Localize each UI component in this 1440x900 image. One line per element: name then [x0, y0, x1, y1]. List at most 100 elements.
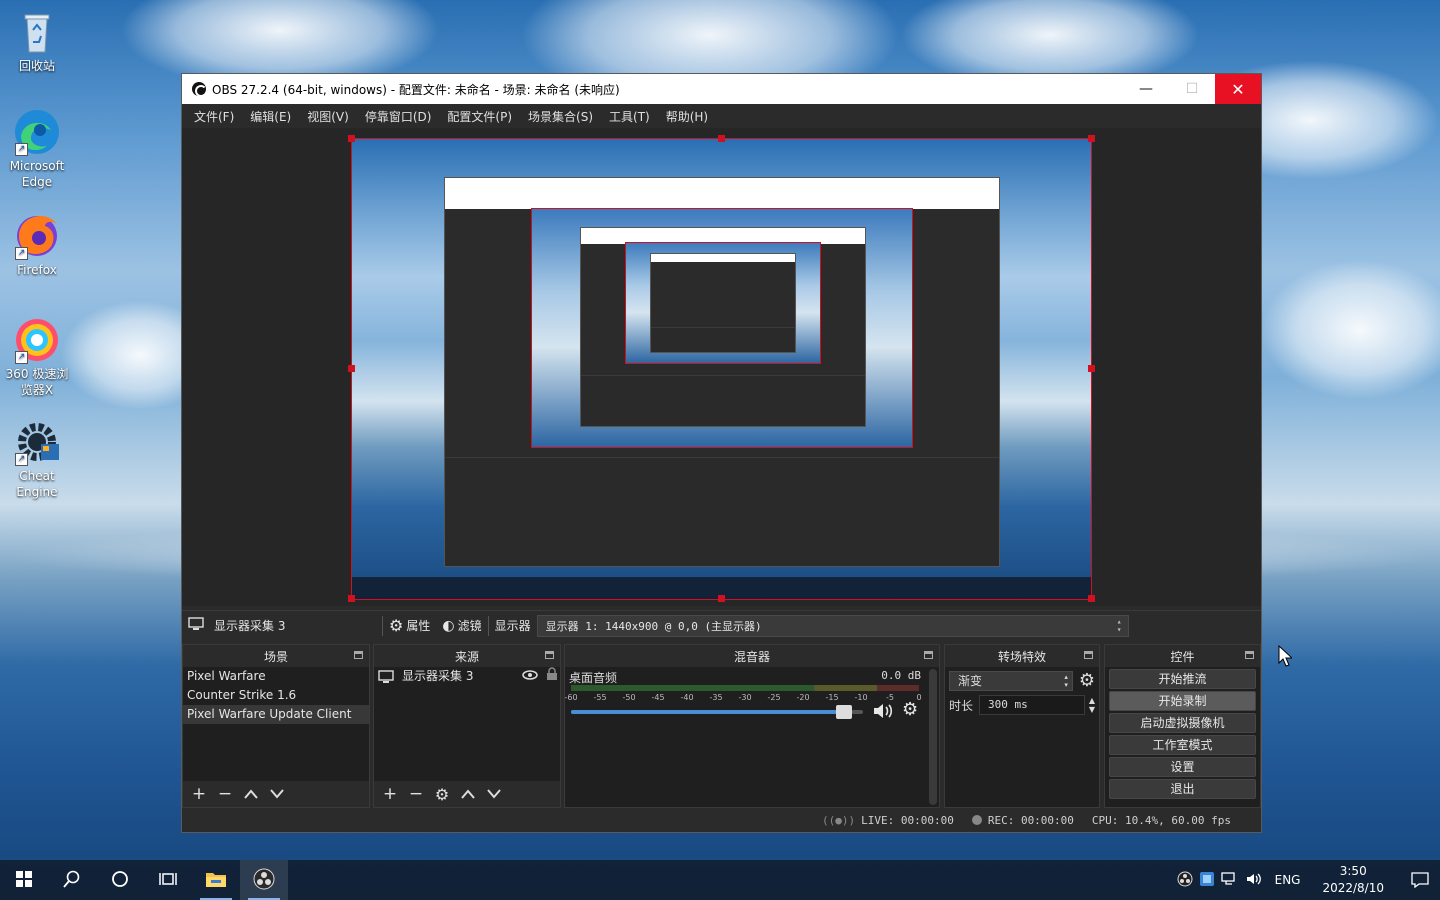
desktop-icon-label: Cheat Engine: [16, 469, 58, 499]
settings-button[interactable]: 设置: [1109, 757, 1256, 777]
meter-tick-label: -55: [593, 693, 607, 702]
scene-item-selected[interactable]: Pixel Warfare Update Client: [183, 705, 369, 724]
desktop-icon-edge[interactable]: ↗ Microsoft Edge: [4, 108, 70, 190]
start-virtual-camera-button[interactable]: 启动虚拟摄像机: [1109, 713, 1256, 733]
meter-tick-label: -60: [564, 693, 578, 702]
scene-item[interactable]: Counter Strike 1.6: [183, 686, 369, 705]
desktop-icon-label: 回收站: [18, 59, 55, 73]
recycle-bin-icon: [13, 8, 61, 56]
cortana-button[interactable]: [96, 860, 144, 900]
add-source-icon[interactable]: +: [378, 783, 402, 805]
title-bar[interactable]: OBS 27.2.4 (64-bit, windows) - 配置文件: 未命名…: [182, 74, 1261, 104]
obs-logo-icon: [192, 82, 207, 97]
duration-value: 300 ms: [988, 698, 1028, 711]
duration-spinbox[interactable]: 300 ms: [979, 695, 1085, 715]
obs-window[interactable]: OBS 27.2.4 (64-bit, windows) - 配置文件: 未命名…: [181, 73, 1262, 833]
meter-tick-label: -40: [680, 693, 694, 702]
filter-icon: ◐: [442, 617, 455, 634]
window-title: OBS 27.2.4 (64-bit, windows) - 配置文件: 未命名…: [212, 82, 620, 97]
meter-tick-label: -15: [825, 693, 839, 702]
clock[interactable]: 3:50 2022/8/10: [1312, 863, 1394, 897]
windows-logo-icon: [16, 870, 32, 890]
obs-tray-icon[interactable]: [1177, 871, 1193, 890]
add-scene-icon[interactable]: +: [187, 783, 211, 805]
menu-bar: 文件(F) 编辑(E) 视图(V) 停靠窗口(D) 配置文件(P) 场景集合(S…: [182, 104, 1261, 128]
menu-tools[interactable]: 工具(T): [601, 108, 658, 125]
float-dock-icon[interactable]: [1245, 651, 1254, 659]
task-view-button[interactable]: [144, 860, 192, 900]
selected-source: 显示器采集 3: [182, 611, 382, 641]
menu-docks[interactable]: 停靠窗口(D): [357, 108, 440, 125]
desktop-icon-label: Microsoft Edge: [9, 159, 65, 189]
mixer-scrollbar[interactable]: [929, 669, 937, 805]
menu-view[interactable]: 视图(V): [299, 108, 357, 125]
desktop-icon-recycle-bin[interactable]: 回收站: [4, 8, 70, 74]
obs-taskbar-button[interactable]: [240, 860, 288, 900]
selected-source-label: 显示器采集 3: [214, 619, 286, 633]
network-app-tray-icon[interactable]: [1199, 871, 1215, 890]
sources-title: 来源: [454, 649, 479, 664]
clock-date: 2022/8/10: [1322, 881, 1384, 895]
scene-item[interactable]: Pixel Warfare: [183, 667, 369, 686]
maximize-button[interactable]: ☐: [1169, 74, 1215, 104]
notification-icon[interactable]: [1400, 872, 1440, 888]
lock-icon[interactable]: [546, 667, 558, 686]
float-dock-icon[interactable]: [924, 651, 933, 659]
scenes-title: 场景: [263, 649, 288, 664]
remove-source-icon[interactable]: −: [404, 783, 428, 805]
minimize-button[interactable]: —: [1123, 74, 1169, 104]
file-explorer-button[interactable]: [192, 860, 240, 900]
transition-gear-icon[interactable]: ⚙: [1079, 670, 1095, 691]
studio-mode-button[interactable]: 工作室模式: [1109, 735, 1256, 755]
remove-scene-icon[interactable]: −: [213, 783, 237, 805]
move-up-icon[interactable]: [456, 783, 480, 805]
filters-button[interactable]: ◐ 滤镜: [436, 611, 487, 641]
float-dock-icon[interactable]: [1084, 651, 1093, 659]
spin-arrows-icon[interactable]: ▲ ▼: [1089, 696, 1095, 714]
float-dock-icon[interactable]: [354, 651, 363, 659]
search-button[interactable]: [48, 860, 96, 900]
source-properties-gear-icon[interactable]: ⚙: [430, 783, 454, 805]
properties-button[interactable]: ⚙ 属性: [383, 611, 436, 641]
updown-icon: ▴ ▾: [1116, 616, 1122, 634]
move-down-icon[interactable]: [482, 783, 506, 805]
speaker-icon[interactable]: [871, 701, 895, 724]
live-status: LIVE: 00:00:00: [861, 813, 954, 827]
volume-icon[interactable]: [1245, 871, 1263, 890]
menu-profile[interactable]: 配置文件(P): [439, 108, 520, 125]
desktop-icon-360-browser[interactable]: ↗ 360 极速浏览器X: [4, 316, 70, 398]
mixer-dock: 混音器 桌面音频 0.0 dB -60 -55 -50 -45 -40 -35 -30 -25…: [564, 644, 940, 808]
close-button[interactable]: ✕: [1215, 74, 1261, 104]
desktop-icon-firefox[interactable]: ↗ Firefox: [4, 212, 70, 278]
display-select-value: 显示器 1: 1440x900 @ 0,0 (主显示器): [545, 619, 762, 633]
menu-file[interactable]: 文件(F): [186, 108, 242, 125]
menu-edit[interactable]: 编辑(E): [242, 108, 299, 125]
preview-area[interactable]: [182, 128, 1261, 606]
input-language[interactable]: ENG: [1269, 873, 1307, 887]
status-bar: ((●)) LIVE: 00:00:00 REC: 00:00:00 CPU: …: [182, 808, 1261, 832]
cpu-status: CPU: 10.4%, 60.00 fps: [1091, 813, 1231, 827]
volume-slider[interactable]: [571, 705, 863, 719]
rec-status: REC: 00:00:00: [987, 813, 1074, 827]
exit-button[interactable]: 退出: [1109, 779, 1256, 799]
start-button[interactable]: [0, 860, 48, 900]
duration-label: 时长: [949, 698, 974, 713]
task-view-icon: [159, 871, 177, 890]
network-icon[interactable]: [1220, 871, 1239, 890]
mixer-gear-icon[interactable]: ⚙: [902, 699, 918, 720]
start-streaming-button[interactable]: 开始推流: [1109, 669, 1256, 689]
eye-icon[interactable]: [522, 667, 538, 686]
display-select[interactable]: 显示器 1: 1440x900 @ 0,0 (主显示器) ▴ ▾: [536, 614, 1129, 637]
source-item[interactable]: 显示器采集 3: [374, 667, 560, 686]
mixer-title: 混音器: [733, 649, 770, 664]
move-down-icon[interactable]: [265, 783, 289, 805]
float-dock-icon[interactable]: [545, 651, 554, 659]
display-capture-preview[interactable]: [351, 138, 1092, 600]
start-recording-button[interactable]: 开始录制: [1109, 691, 1256, 711]
menu-scene-collection[interactable]: 场景集合(S): [520, 108, 601, 125]
desktop-icon-cheat-engine[interactable]: ↗ Cheat Engine: [4, 418, 70, 500]
transition-select[interactable]: 渐变 ▴ ▾: [949, 670, 1073, 691]
filters-label: 滤镜: [457, 619, 482, 633]
menu-help[interactable]: 帮助(H): [658, 108, 716, 125]
move-up-icon[interactable]: [239, 783, 263, 805]
